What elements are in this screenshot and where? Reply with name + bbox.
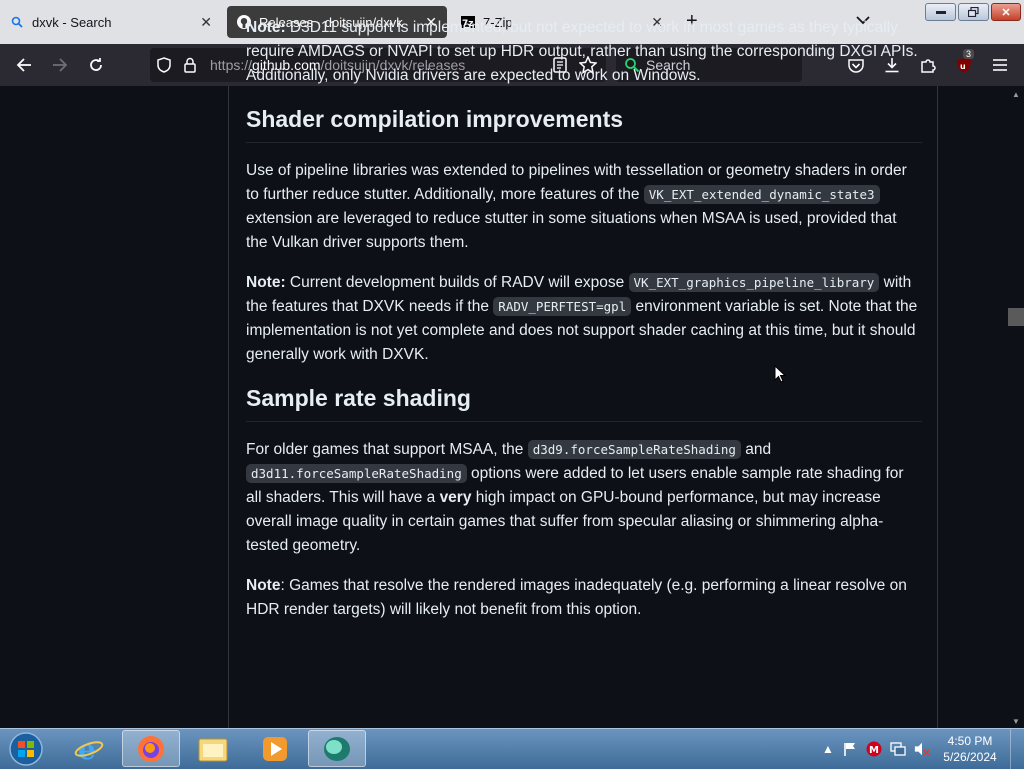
text: For older games that support MSAA, the	[246, 441, 524, 458]
hamburger-menu-icon[interactable]	[990, 55, 1010, 75]
note-label: Note:	[246, 274, 286, 291]
inline-code: d3d9.forceSampleRateShading	[527, 440, 741, 459]
text: : Games that resolve the rendered images…	[246, 577, 907, 618]
show-hidden-icons-icon[interactable]: ▲	[820, 741, 836, 757]
bold-text: very	[439, 489, 472, 506]
search-icon	[10, 15, 24, 29]
close-tab-icon[interactable]: ✕	[200, 14, 212, 31]
back-arrow-icon[interactable]	[14, 55, 34, 75]
section-heading: Sample rate shading	[246, 383, 922, 422]
firefox-taskbar-button[interactable]	[122, 730, 180, 767]
clock-time: 4:50 PM	[947, 734, 993, 748]
lock-icon[interactable]	[180, 55, 200, 75]
system-clock[interactable]: 4:50 PM 5/26/2024	[938, 733, 1002, 765]
scrollbar-thumb[interactable]	[1008, 308, 1024, 326]
media-player-taskbar-button[interactable]	[246, 730, 304, 767]
extension-badge-count: 3	[963, 49, 975, 59]
svg-text:e: e	[78, 734, 96, 764]
inline-code: RADV_PERFTEST=gpl	[493, 297, 632, 316]
note-label: Note	[246, 577, 281, 594]
clock-date: 5/26/2024	[943, 750, 997, 764]
tab-title: dxvk - Search	[32, 14, 112, 30]
show-desktop-button[interactable]	[1010, 729, 1024, 769]
note-paragraph: Note: Current development builds of RADV…	[246, 271, 922, 367]
start-button[interactable]	[4, 730, 48, 767]
volume-muted-icon[interactable]	[914, 741, 930, 757]
section-heading: Shader compilation improvements	[246, 104, 922, 143]
forward-arrow-icon[interactable]	[50, 55, 70, 75]
inline-code: VK_EXT_extended_dynamic_state3	[643, 185, 880, 204]
scroll-up-arrow-icon[interactable]: ▲	[1012, 90, 1020, 99]
app-taskbar-button[interactable]	[308, 730, 366, 767]
text: Current development builds of RADV will …	[289, 274, 625, 291]
note-paragraph: Note: D3D11 support is implemented, but …	[246, 16, 922, 88]
scroll-down-arrow-icon[interactable]: ▼	[1012, 717, 1020, 726]
svg-text:M: M	[869, 745, 879, 756]
svg-text:u: u	[960, 62, 966, 71]
reload-icon[interactable]	[86, 55, 106, 75]
note-paragraph: Note: Games that resolve the rendered im…	[246, 574, 922, 622]
paragraph: Use of pipeline libraries was extended t…	[246, 159, 922, 255]
tab-dxvk-search[interactable]: dxvk - Search ✕	[0, 6, 222, 38]
text: extension are leveraged to reduce stutte…	[246, 210, 897, 251]
paragraph: For older games that support MSAA, the d…	[246, 438, 922, 558]
close-window-button[interactable]: ✕	[991, 3, 1021, 21]
antivirus-tray-icon[interactable]: M	[866, 741, 882, 757]
windows-taskbar: e ▲ M 4:50 PM 5/26/2024	[0, 728, 1024, 769]
text: and	[745, 441, 772, 458]
inline-code: d3d11.forceSampleRateShading	[246, 464, 467, 483]
note-label: Note:	[246, 19, 286, 36]
inline-code: VK_EXT_graphics_pipeline_library	[628, 273, 880, 292]
note-text: D3D11 support is implemented, but not ex…	[246, 19, 918, 84]
shield-icon[interactable]	[154, 55, 174, 75]
windows-explorer-taskbar-button[interactable]	[184, 730, 242, 767]
action-center-flag-icon[interactable]	[842, 741, 858, 757]
mouse-pointer-icon	[774, 364, 787, 388]
minimize-window-button[interactable]	[925, 3, 956, 21]
internet-explorer-taskbar-button[interactable]: e	[60, 730, 118, 767]
vertical-scrollbar[interactable]: ▲ ▼	[1008, 86, 1024, 728]
restore-window-button[interactable]	[958, 3, 989, 21]
release-notes: Note: D3D11 support is implemented, but …	[246, 16, 922, 638]
network-icon[interactable]	[890, 741, 906, 757]
